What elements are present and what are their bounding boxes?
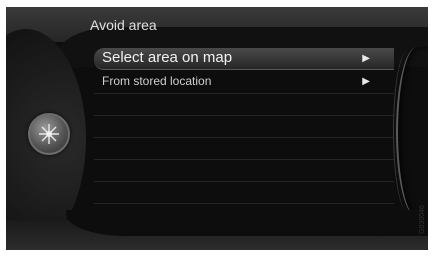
menu-item-label: From stored location bbox=[102, 74, 212, 88]
menu-item-from-stored-location[interactable]: From stored location ▶ bbox=[94, 72, 394, 94]
right-panel-inner-arc bbox=[393, 51, 422, 211]
empty-row bbox=[94, 138, 394, 160]
image-code-text: G030046 bbox=[418, 205, 426, 234]
page-title: Avoid area bbox=[90, 17, 157, 33]
menu-list: Select area on map ▶ From stored locatio… bbox=[94, 48, 394, 226]
empty-row bbox=[94, 116, 394, 138]
footer-curve bbox=[66, 210, 428, 236]
triangle-right-icon: ▶ bbox=[362, 76, 370, 87]
navigation-knob-icon[interactable] bbox=[28, 113, 70, 155]
empty-row bbox=[94, 94, 394, 116]
menu-item-label: Select area on map bbox=[102, 49, 233, 66]
menu-item-select-area-on-map[interactable]: Select area on map ▶ bbox=[94, 48, 394, 70]
empty-row bbox=[94, 182, 394, 204]
display-screen: Avoid area Select area on map ▶ From sto… bbox=[6, 7, 428, 250]
empty-row bbox=[94, 160, 394, 182]
triangle-right-icon: ▶ bbox=[362, 53, 370, 64]
image-code: G030046 bbox=[419, 196, 441, 250]
